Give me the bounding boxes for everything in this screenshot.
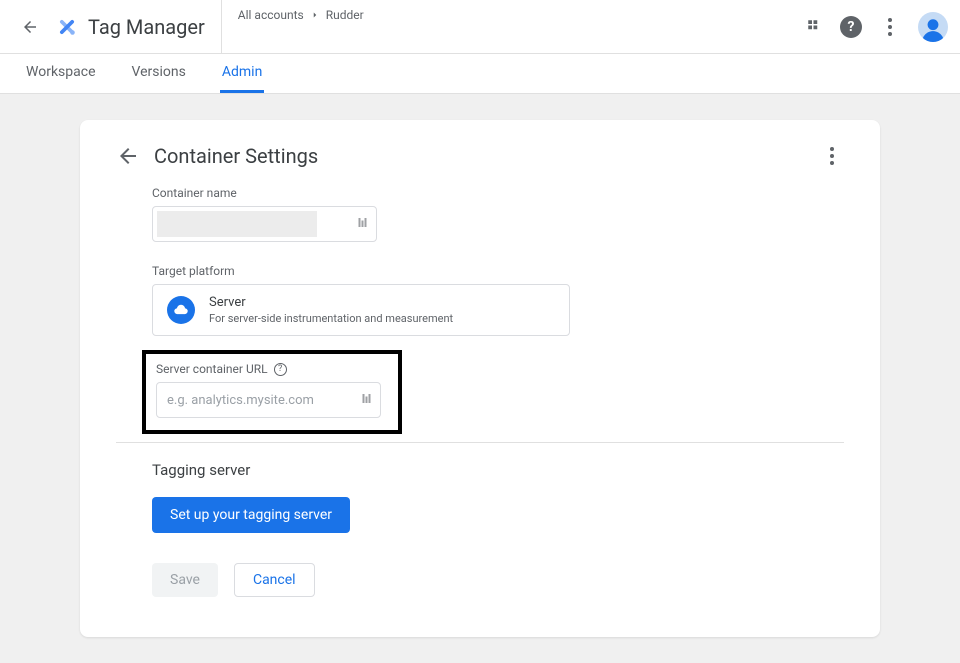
redacted-overlay	[157, 211, 317, 237]
main-area: Container Settings Container name Target…	[0, 94, 960, 663]
breadcrumb[interactable]: All accounts Rudder	[238, 8, 364, 22]
platform-text: Server For server-side instrumentation a…	[209, 295, 453, 325]
action-row: Save Cancel	[152, 563, 844, 597]
chevron-right-icon	[310, 10, 320, 20]
setup-tagging-server-button[interactable]: Set up your tagging server	[152, 497, 350, 533]
tab-admin[interactable]: Admin	[220, 54, 264, 93]
server-url-input[interactable]	[156, 382, 381, 418]
form-section: Container name Target platform Server Fo…	[152, 186, 844, 434]
target-platform-label: Target platform	[152, 264, 844, 278]
platform-desc: For server-side instrumentation and meas…	[209, 312, 453, 325]
top-header: Tag Manager All accounts Rudder ?	[0, 0, 960, 54]
avatar[interactable]	[918, 12, 948, 42]
save-button[interactable]: Save	[152, 563, 218, 597]
edit-icon[interactable]	[357, 217, 369, 232]
edit-icon[interactable]	[361, 393, 373, 408]
app-title: Tag Manager	[88, 15, 205, 39]
server-url-label: Server container URL ?	[156, 362, 388, 376]
server-icon	[167, 296, 195, 324]
platform-box[interactable]: Server For server-side instrumentation a…	[152, 284, 570, 336]
container-settings-card: Container Settings Container name Target…	[80, 120, 880, 637]
tabs-bar: Workspace Versions Admin	[0, 54, 960, 94]
tab-workspace[interactable]: Workspace	[24, 54, 98, 93]
gtm-logo-icon	[56, 16, 78, 38]
server-url-wrap	[156, 382, 381, 418]
tagging-server-title: Tagging server	[152, 461, 844, 479]
breadcrumb-all-accounts: All accounts	[238, 8, 304, 22]
back-button[interactable]	[12, 9, 48, 45]
container-name-label: Container name	[152, 186, 844, 200]
platform-name: Server	[209, 295, 453, 310]
arrow-left-icon	[21, 18, 39, 36]
help-tooltip-icon[interactable]: ?	[274, 363, 287, 376]
divider	[116, 442, 844, 443]
container-name-wrap	[152, 206, 377, 242]
server-url-highlight: Server container URL ?	[142, 350, 402, 434]
card-header: Container Settings	[116, 144, 844, 168]
tagging-server-section: Tagging server Set up your tagging serve…	[152, 461, 844, 597]
breadcrumb-account: Rudder	[326, 8, 364, 22]
user-icon	[920, 16, 946, 42]
tab-versions[interactable]: Versions	[130, 54, 188, 93]
logo-title: Tag Manager	[56, 0, 222, 53]
help-icon[interactable]: ?	[840, 16, 862, 38]
cancel-button[interactable]: Cancel	[234, 563, 315, 597]
card-more-icon[interactable]	[820, 144, 844, 168]
apps-icon[interactable]	[806, 18, 824, 36]
more-menu-icon[interactable]	[878, 15, 902, 39]
card-back-button[interactable]	[116, 144, 140, 168]
page-title: Container Settings	[154, 144, 318, 168]
header-actions: ?	[806, 12, 948, 42]
